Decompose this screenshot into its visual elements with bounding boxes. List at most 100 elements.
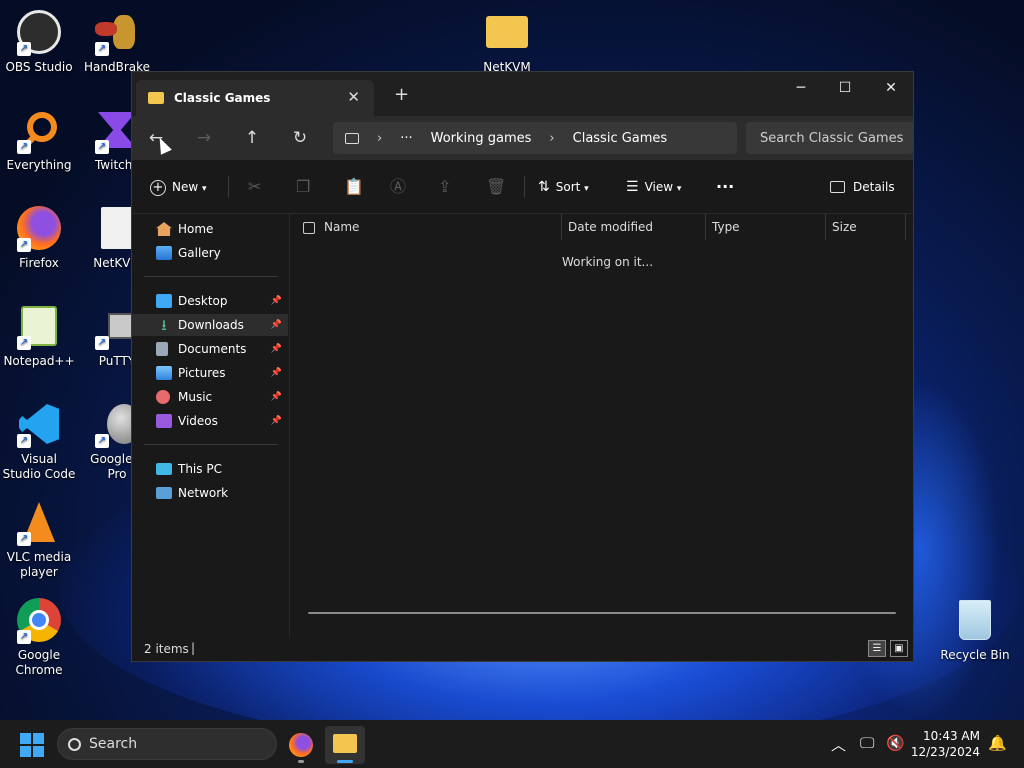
select-all-checkbox[interactable] [303,222,315,234]
maximize-button[interactable]: ☐ [822,74,868,102]
nav-divider [144,276,278,277]
nav-item-home[interactable]: Home [132,218,288,240]
view-button[interactable]: ☰ View ▾ [626,173,681,201]
nav-item-documents[interactable]: Documents 📌 [132,338,288,360]
clock[interactable]: 10:43 AM 12/23/2024 [910,728,980,760]
taskbar-search-label: Search [89,736,138,752]
new-tab-button[interactable]: + [394,84,409,105]
copy-icon[interactable]: ❐ [296,173,310,201]
nav-item-network[interactable]: Network [132,482,288,504]
minimize-button[interactable]: ─ [778,74,824,102]
nav-item-this-pc[interactable]: This PC [132,458,288,480]
chevron-right-icon[interactable]: › [377,131,382,146]
nav-item-downloads[interactable]: ⭳ Downloads 📌 [132,314,288,336]
rename-icon[interactable]: Ⓐ [390,173,406,201]
notification-bell-icon[interactable]: 🔔 [988,734,1007,752]
column-header-type[interactable]: Type [706,214,826,240]
this-pc-icon[interactable] [345,132,359,144]
address-bar[interactable]: › ··· Working games › Classic Games [333,122,737,154]
nav-item-label: Pictures [178,366,226,380]
new-button[interactable]: + New ▾ [150,173,207,201]
desktop-icon-handbrake[interactable]: ↗ HandBrake [79,8,155,75]
desktop-icon-obs[interactable]: ↗ OBS Studio [1,8,77,75]
toolbar-divider [228,176,229,198]
loading-message: Working on it... [562,255,654,269]
column-header-name[interactable]: Name [318,214,562,240]
status-divider: | [191,641,196,655]
vscode-icon: ↗ [15,400,63,448]
show-hidden-icons-chevron-icon[interactable]: ︿ [831,734,846,755]
nav-item-desktop[interactable]: Desktop 📌 [132,290,288,312]
column-header-date-modified[interactable]: Date modified [562,214,706,240]
more-options-button[interactable]: ··· [716,173,734,201]
everything-search-icon: ↗ [15,106,63,154]
recycle-bin-icon [951,596,999,644]
search-input[interactable] [746,122,914,154]
share-icon[interactable]: ⇪ [438,173,451,201]
desktop-icon-label: Notepad++ [3,354,75,368]
search-icon [68,737,81,751]
desktop-icon-chrome[interactable]: ↗ Google Chrome [1,596,77,678]
pin-icon[interactable]: 📌 [271,296,282,306]
forward-button[interactable]: → [188,124,220,152]
nav-item-pictures[interactable]: Pictures 📌 [132,362,288,384]
windows-logo-pane [20,746,31,757]
refresh-button[interactable]: ↻ [284,124,316,152]
toolbar-divider [524,176,525,198]
details-view-icon[interactable]: ☰ [868,640,886,657]
active-indicator [337,760,353,763]
tab-title: Classic Games [174,91,271,105]
nav-item-label: Documents [178,342,247,356]
pin-icon[interactable]: 📌 [271,416,282,426]
desktop-icon-label: VLC media player [6,550,72,579]
column-header-size[interactable]: Size [826,214,906,240]
up-button[interactable]: ↑ [236,124,268,152]
close-tab-icon[interactable]: ✕ [347,88,360,106]
tab-classic-games[interactable]: Classic Games ✕ [136,80,374,116]
close-window-button[interactable]: ✕ [868,74,914,102]
horizontal-scrollbar[interactable] [308,612,896,614]
start-button[interactable] [20,733,44,757]
volume-muted-icon[interactable]: 🔇 [886,734,905,752]
nav-item-music[interactable]: Music 📌 [132,386,288,408]
desktop-icon-vscode[interactable]: ↗ Visual Studio Code [1,400,77,482]
nav-item-gallery[interactable]: Gallery [132,242,288,264]
shortcut-arrow-icon: ↗ [95,42,109,56]
pictures-icon [156,366,172,380]
sort-button[interactable]: ⇅ Sort ▾ [538,173,589,201]
desktop-icon-recycle-bin[interactable]: Recycle Bin [937,596,1013,663]
large-icons-view-icon[interactable]: ▣ [890,640,908,657]
pin-icon[interactable]: 📌 [271,392,282,402]
desktop-icon-netkvm-folder[interactable]: NetKVM [469,8,545,75]
paste-icon[interactable]: 📋 [344,173,364,201]
breadcrumb-classic-games[interactable]: Classic Games [573,131,668,146]
desktop-icon-everything[interactable]: ↗ Everything [1,106,77,173]
chrome-icon: ↗ [15,596,63,644]
taskbar-search-box[interactable]: Search [57,728,277,760]
desktop-icon-vlc[interactable]: ↗ VLC media player [1,498,77,580]
nav-item-label: Music [178,390,213,404]
item-count: 2 items [144,642,189,656]
taskbar-firefox[interactable] [281,726,321,764]
vlc-cone-icon: ↗ [15,498,63,546]
cut-icon[interactable]: ✂ [248,173,261,201]
breadcrumb-more[interactable]: ··· [400,131,412,146]
details-label: Details [853,180,895,194]
nav-item-videos[interactable]: Videos 📌 [132,410,288,432]
pin-icon[interactable]: 📌 [271,368,282,378]
details-button[interactable]: Details [830,173,895,201]
delete-icon[interactable]: 🗑 [486,173,506,201]
desktop-icon-notepadpp[interactable]: ↗ Notepad++ [1,302,77,369]
network-status-icon[interactable]: 🖵 [860,734,874,752]
chevron-right-icon[interactable]: › [549,131,554,146]
pin-icon[interactable]: 📌 [271,320,282,330]
file-list: Name Date modified Type Size Working on … [290,214,913,642]
obs-icon: ↗ [15,8,63,56]
pin-icon[interactable]: 📌 [271,344,282,354]
nav-item-label: Downloads [178,318,244,332]
taskbar-file-explorer[interactable] [325,726,365,764]
nav-item-label: Videos [178,414,218,428]
desktop-icon-firefox[interactable]: ↗ Firefox [1,204,77,271]
breadcrumb-working-games[interactable]: Working games [431,131,532,146]
windows-logo-pane [33,746,44,757]
